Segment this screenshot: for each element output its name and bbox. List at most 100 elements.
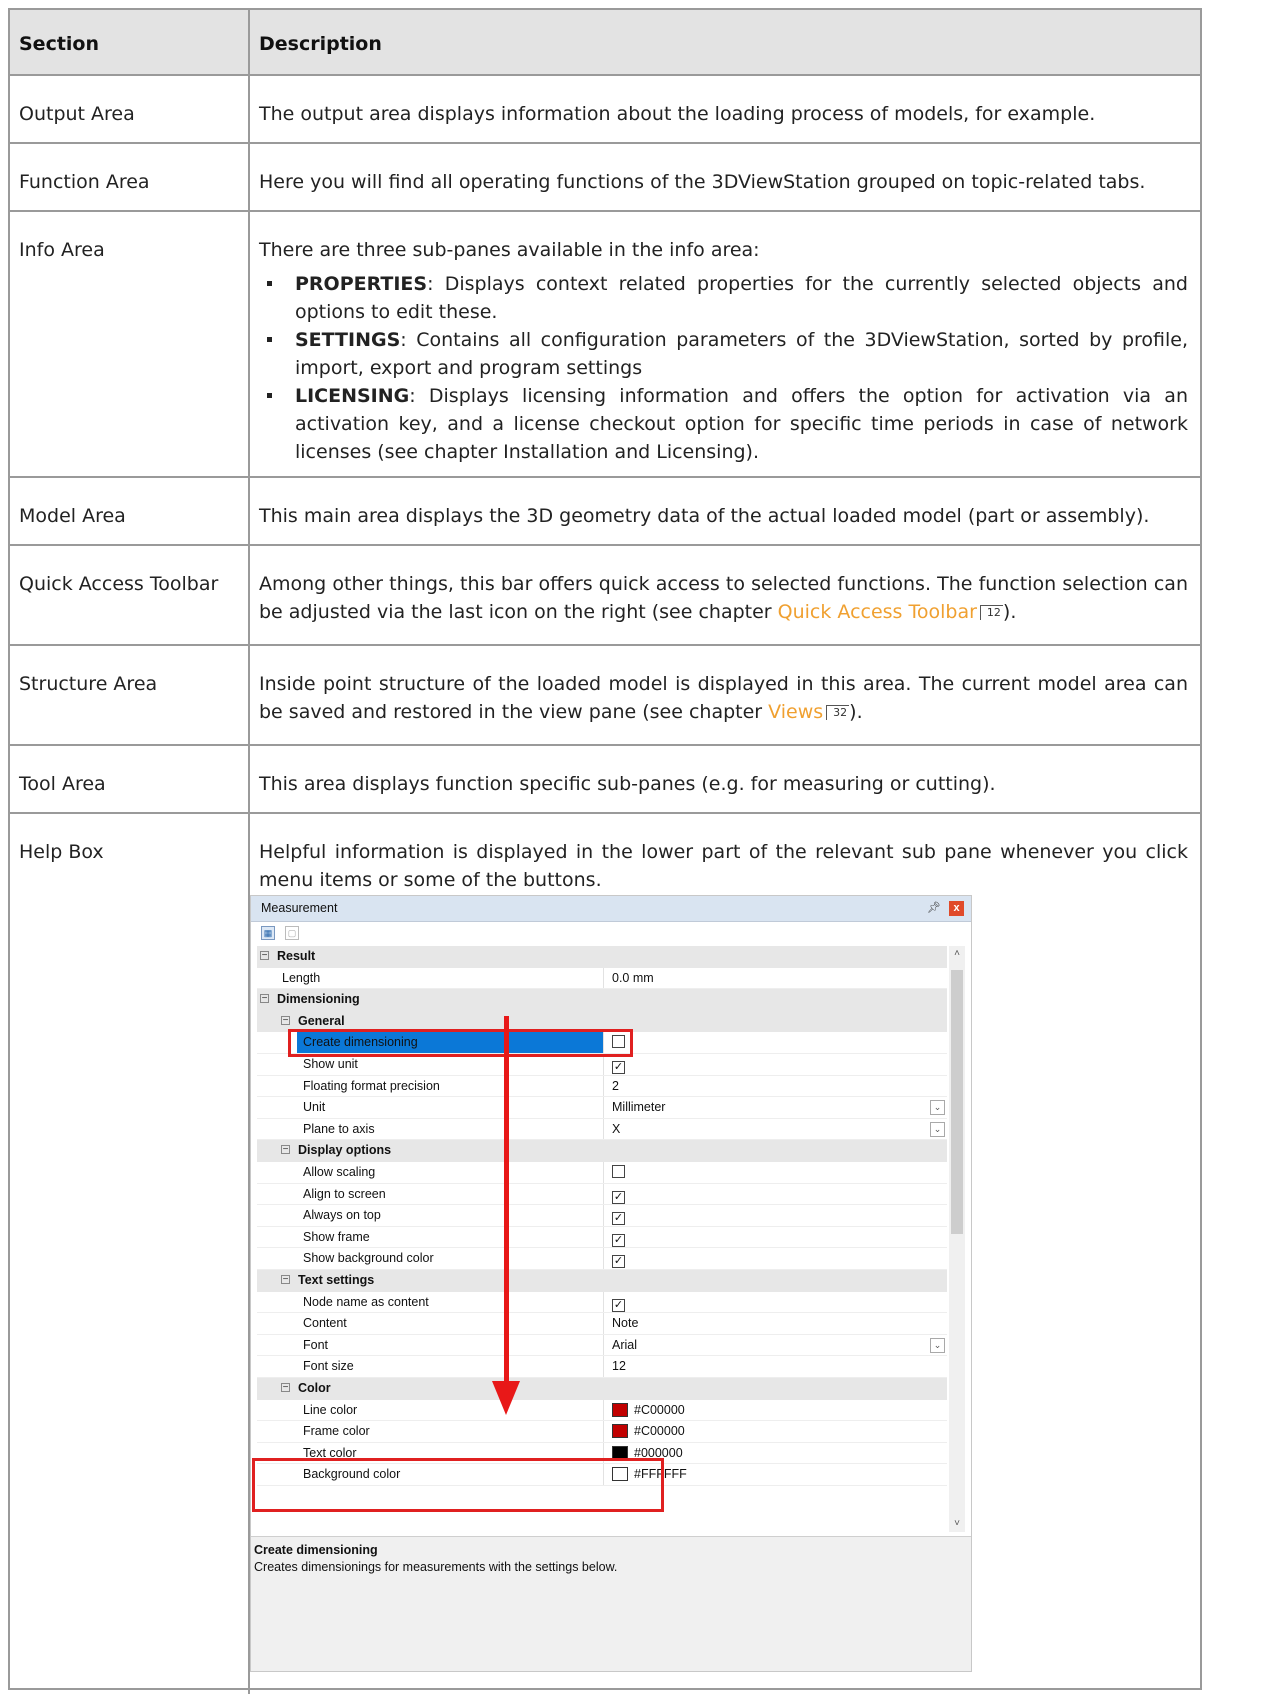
property-value[interactable]: 2 xyxy=(612,1076,619,1097)
page-ref-icon[interactable]: 12 xyxy=(979,605,1003,620)
property-value[interactable]: #C00000 xyxy=(612,1421,685,1442)
property-row[interactable]: Frame color #C00000 xyxy=(257,1421,947,1443)
property-row[interactable]: Show unit ✓ xyxy=(257,1054,947,1076)
row-section: Function Area xyxy=(19,171,150,193)
checkbox-checked-icon[interactable]: ✓ xyxy=(612,1190,625,1204)
property-value[interactable]: #C00000 xyxy=(612,1400,685,1421)
panel-title: Measurement xyxy=(261,901,338,915)
list-item: LICENSING: Displays licensing informatio… xyxy=(259,382,1188,466)
property-value[interactable]: Note xyxy=(612,1313,638,1334)
color-swatch[interactable] xyxy=(612,1402,628,1417)
property-value[interactable]: ✓ xyxy=(612,1292,625,1313)
property-value-text: Millimeter xyxy=(612,1100,666,1115)
help-box-text: Creates dimensionings for measurements w… xyxy=(254,1560,618,1574)
property-value[interactable]: ✓ xyxy=(612,1054,625,1075)
property-name: Show background color xyxy=(303,1251,434,1266)
property-value-text: 2 xyxy=(612,1078,619,1093)
property-category-label: Dimensioning xyxy=(277,992,360,1007)
property-value[interactable]: Millimeter xyxy=(612,1097,665,1118)
page-ref-icon[interactable]: 32 xyxy=(826,705,850,720)
property-category[interactable]: − Text settings xyxy=(257,1270,947,1292)
dropdown-chevron-icon[interactable]: ⌄ xyxy=(930,1121,945,1137)
collapse-icon[interactable]: − xyxy=(260,951,269,961)
property-row[interactable]: Line color #C00000 xyxy=(257,1399,947,1422)
property-value[interactable]: ✓ xyxy=(612,1248,625,1269)
collapse-icon[interactable]: − xyxy=(281,1383,290,1393)
close-icon[interactable]: x xyxy=(949,901,964,916)
scroll-up-icon[interactable]: ˄ xyxy=(949,946,965,962)
property-value[interactable]: ✓ xyxy=(612,1184,625,1205)
list-item: PROPERTIES: Displays context related pro… xyxy=(259,270,1188,326)
property-value[interactable]: ✓ xyxy=(612,1205,625,1226)
property-value[interactable]: 0.0 mm xyxy=(612,968,654,989)
property-row[interactable]: Floating format precision 2 xyxy=(257,1075,947,1098)
dropdown-chevron-icon[interactable]: ⌄ xyxy=(930,1100,945,1116)
checkbox-checked-icon[interactable]: ✓ xyxy=(612,1212,625,1226)
dropdown-chevron-icon[interactable]: ⌄ xyxy=(930,1337,945,1353)
categorized-icon[interactable]: ▦ xyxy=(261,926,275,940)
row-description: Here you will find all operating functio… xyxy=(259,171,1146,193)
property-name: Node name as content xyxy=(303,1294,429,1309)
property-row[interactable]: Always on top ✓ xyxy=(257,1205,947,1227)
property-category-label: Text settings xyxy=(298,1273,375,1287)
property-row[interactable]: Align to screen ✓ xyxy=(257,1183,947,1206)
property-value[interactable]: Arial xyxy=(612,1335,637,1356)
collapse-icon[interactable]: − xyxy=(281,1275,290,1285)
quick-access-toolbar-link[interactable]: Quick Access Toolbar xyxy=(778,601,977,623)
property-label-cell xyxy=(297,1334,604,1356)
property-row[interactable]: Show frame ✓ xyxy=(257,1226,947,1249)
property-row[interactable]: Show background color ✓ xyxy=(257,1248,947,1270)
property-name: Line color xyxy=(303,1402,358,1417)
help-box: Create dimensioning Creates dimensioning… xyxy=(251,1536,971,1671)
collapse-icon[interactable]: − xyxy=(281,1145,290,1155)
property-row[interactable]: Font Arial ⌄ xyxy=(257,1334,947,1357)
header-section: Section xyxy=(19,33,100,55)
property-row[interactable]: Length 0.0 mm xyxy=(257,967,947,990)
property-row[interactable]: Font size 12 xyxy=(257,1356,947,1378)
checkbox-checked-icon[interactable]: ✓ xyxy=(612,1233,625,1247)
property-name: Show unit xyxy=(303,1057,358,1071)
property-category[interactable]: − Result xyxy=(257,946,947,968)
checkbox-unchecked-icon[interactable] xyxy=(612,1165,625,1178)
scrollbar-thumb[interactable] xyxy=(951,970,963,1234)
property-row[interactable]: Content Note xyxy=(257,1313,947,1335)
info-bullets: PROPERTIES: Displays context related pro… xyxy=(259,270,1188,466)
property-name: Floating format precision xyxy=(303,1078,440,1093)
views-link[interactable]: Views xyxy=(768,701,823,723)
property-name: Frame color xyxy=(303,1424,370,1439)
table-row: Model Area This main area displays the 3… xyxy=(10,478,1200,546)
property-value-text: X xyxy=(612,1121,621,1136)
highlight-help-box-placeholder xyxy=(252,1458,664,1512)
color-swatch[interactable] xyxy=(612,1424,628,1439)
vertical-scrollbar[interactable]: ˄ ˅ xyxy=(949,946,965,1532)
property-value[interactable] xyxy=(612,1162,625,1183)
measurement-panel: Measurement 📌︎ x ▦ ▢ − Result Length 0.0 mm… xyxy=(250,895,972,1672)
pin-icon[interactable]: 📌︎ xyxy=(927,901,941,914)
properties-page-icon[interactable]: ▢ xyxy=(285,926,299,940)
property-category[interactable]: − Display options xyxy=(257,1140,947,1162)
property-value[interactable]: ✓ xyxy=(612,1227,625,1248)
property-category[interactable]: − Color xyxy=(257,1378,947,1400)
property-row[interactable]: Allow scaling xyxy=(257,1162,947,1184)
scroll-down-icon[interactable]: ˅ xyxy=(949,1516,965,1532)
property-category[interactable]: − Dimensioning xyxy=(257,989,947,1011)
property-name: Font xyxy=(303,1337,329,1352)
property-value[interactable]: X xyxy=(612,1119,620,1140)
table-row: Tool Area This area displays function sp… xyxy=(10,746,1200,814)
collapse-icon[interactable]: − xyxy=(281,1015,290,1025)
property-value[interactable]: 12 xyxy=(612,1356,626,1377)
property-category-label: Display options xyxy=(298,1143,392,1158)
header-description: Description xyxy=(259,33,382,55)
info-intro: There are three sub-panes available in t… xyxy=(259,239,760,261)
table-row: Quick Access Toolbar Among other things,… xyxy=(10,546,1200,646)
property-name: Allow scaling xyxy=(303,1165,376,1179)
row-section: Output Area xyxy=(19,103,135,125)
checkbox-checked-icon[interactable]: ✓ xyxy=(612,1255,625,1269)
property-row[interactable]: Plane to axis X ⌄ xyxy=(257,1118,947,1141)
property-row[interactable]: Unit Millimeter ⌄ xyxy=(257,1097,947,1119)
table-row: Structure Area Inside point structure of… xyxy=(10,646,1200,746)
property-row[interactable]: Node name as content ✓ xyxy=(257,1291,947,1314)
collapse-icon[interactable]: − xyxy=(260,994,269,1004)
checkbox-checked-icon[interactable]: ✓ xyxy=(612,1061,625,1074)
checkbox-checked-icon[interactable]: ✓ xyxy=(612,1298,625,1312)
